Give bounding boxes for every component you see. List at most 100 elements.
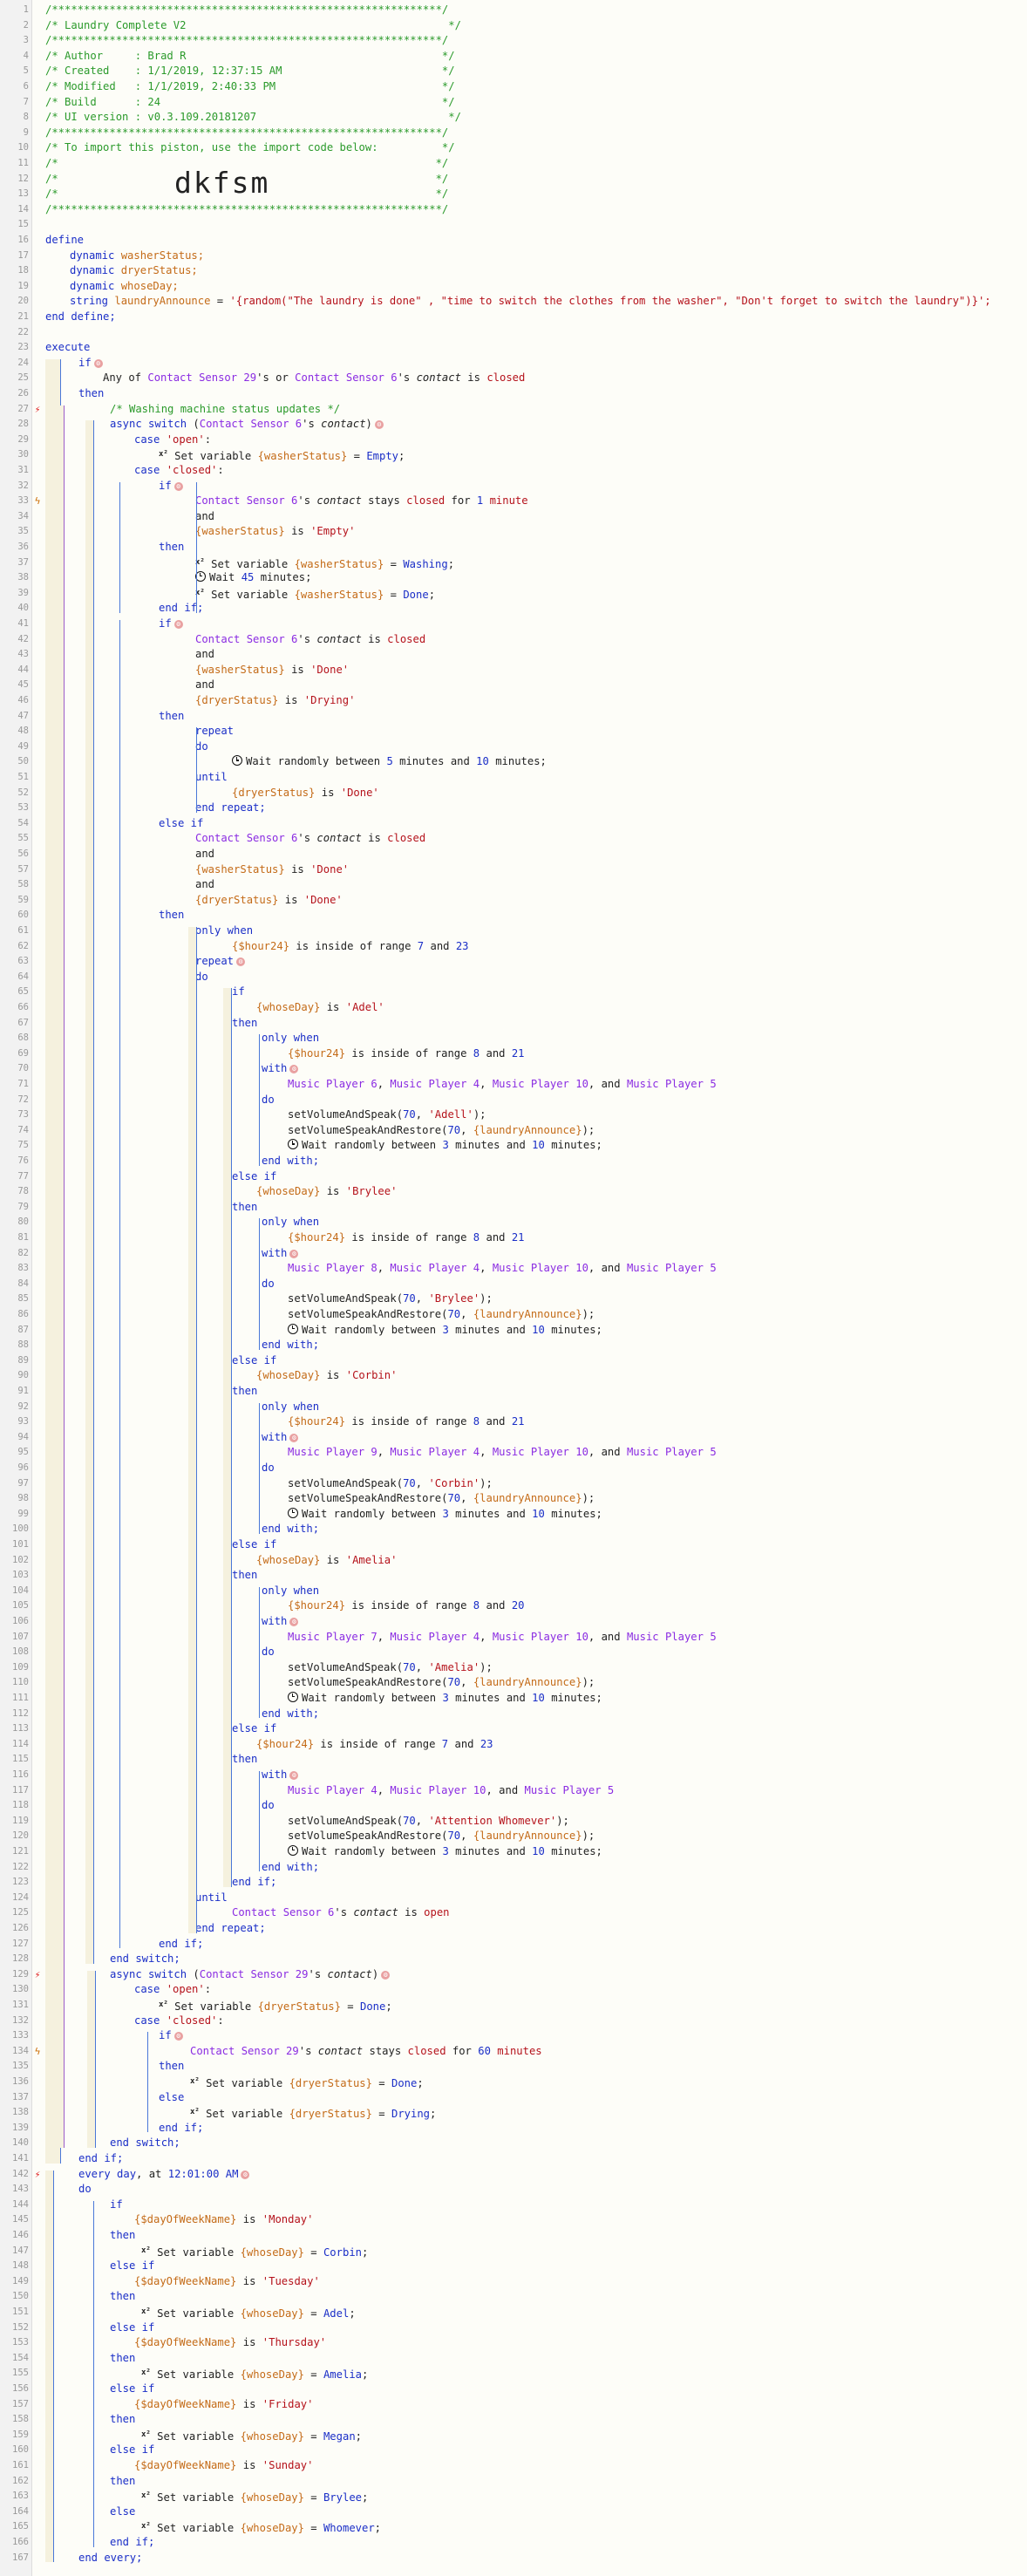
code-line: setVolumeAndSpeak(70, 'Adell');: [288, 1108, 486, 1121]
set-variable-icon: x²: [190, 2108, 200, 2117]
line-number: 37: [17, 556, 29, 568]
line-number: 19: [17, 280, 29, 291]
line-number: 153: [12, 2337, 29, 2348]
line-number: 79: [17, 1201, 29, 1212]
line-number: 138: [12, 2107, 29, 2118]
line-number: 118: [12, 1800, 29, 1811]
code-line: then: [159, 909, 185, 922]
code-line: setVolumeAndSpeak(70, 'Brylee');: [288, 1292, 493, 1305]
code-line: then: [110, 2351, 136, 2364]
code-line: only when: [262, 1032, 320, 1045]
code-line: x² Set variable {washerStatus} = Washing…: [195, 557, 455, 570]
code-line: x² Set variable {whoseDay} = Adel;: [141, 2307, 356, 2320]
import-code: dkfsm: [174, 165, 270, 200]
line-number: 162: [12, 2475, 29, 2486]
line-number: 144: [12, 2198, 29, 2210]
code-line: end with;: [262, 1339, 320, 1352]
code-line: then: [159, 541, 185, 553]
line-number: 156: [12, 2383, 29, 2394]
code-line: /* UI version : v0.3.109.20181207 */: [45, 111, 461, 124]
code-line: case 'closed':: [134, 464, 224, 476]
line-number: 108: [12, 1646, 29, 1658]
line-number: 135: [12, 2061, 29, 2072]
line-number: 42: [17, 633, 29, 644]
line-number: 47: [17, 710, 29, 721]
line-number: 128: [12, 1953, 29, 1965]
code-line: {washerStatus} is 'Done': [195, 663, 350, 676]
code-line: end if;: [78, 2152, 124, 2164]
code-line: x² Set variable {whoseDay} = Amelia;: [141, 2368, 369, 2382]
code-line: only when: [195, 924, 254, 937]
line-number: 44: [17, 664, 29, 675]
line-number: 109: [12, 1661, 29, 1673]
block-line: [93, 2200, 94, 2547]
code-line: Contact Sensor 6's contact is closed: [195, 632, 426, 645]
line-number: 92: [17, 1400, 29, 1412]
code-line: setVolumeAndSpeak(70, 'Amelia');: [288, 1660, 493, 1673]
code-line: /***************************************…: [45, 34, 449, 47]
line-number: 16: [17, 235, 29, 245]
code-line: then: [78, 387, 105, 399]
code-line: x² Set variable {washerStatus} = Done;: [195, 588, 436, 601]
block-line: [196, 727, 197, 813]
code-line: {$dayOfWeekName} is 'Monday': [134, 2213, 314, 2226]
line-number: 60: [17, 910, 29, 921]
block-line: [259, 1402, 260, 1534]
code-line: Wait randomly between 3 minutes and 10 m…: [288, 1138, 602, 1154]
code-line: end with;: [262, 1523, 320, 1536]
line-number: 143: [12, 2184, 29, 2195]
code-line: then: [110, 2290, 136, 2303]
code-line: repeat ⚙: [195, 954, 246, 970]
line-number: 72: [17, 1094, 29, 1105]
code-line: Contact Sensor 29's contact stays closed…: [190, 2044, 542, 2057]
code-line: then: [159, 709, 185, 722]
line-number: 123: [12, 1877, 29, 1888]
line-number: 145: [12, 2214, 29, 2225]
code-line: only when: [262, 1400, 320, 1413]
line-number: 111: [12, 1693, 29, 1703]
code-line: /* Author : Brad R */: [45, 49, 455, 62]
line-number: 49: [17, 740, 29, 752]
line-number: 12: [17, 173, 29, 184]
settings-icon: ⚙: [93, 358, 103, 368]
line-number: 64: [17, 971, 29, 982]
line-number-gutter: 1 2 3 4 5 6 7 8 9 10 11 12 13 14 15 16 17 18 19 20 21 22 23 24 2…: [0, 0, 32, 2576]
code-line: else if: [159, 816, 204, 829]
line-number: 83: [17, 1263, 29, 1274]
line-number: 54: [17, 817, 29, 828]
line-number: 56: [17, 848, 29, 859]
code-line: until: [195, 771, 228, 783]
line-number: 151: [12, 2307, 29, 2317]
line-number: 39: [17, 587, 29, 598]
block-line: [231, 988, 232, 1887]
code-line: do: [195, 970, 208, 983]
line-number: 31: [17, 465, 29, 475]
line-number: 105: [12, 1600, 29, 1612]
line-number: 80: [17, 1216, 29, 1228]
block-line: [259, 1218, 260, 1350]
trigger-icon: ⚡: [34, 1968, 41, 1980]
code-line: case 'closed':: [134, 2014, 224, 2027]
line-number: 51: [17, 772, 29, 782]
settings-icon: ⚙: [289, 1065, 299, 1074]
line-number: 78: [17, 1186, 29, 1197]
code-line: do: [262, 1799, 275, 1812]
block-line: [53, 2170, 54, 2563]
code-line: and: [195, 509, 215, 522]
line-number: 133: [12, 2030, 29, 2041]
line-number: 28: [17, 419, 29, 430]
line-number: 61: [17, 925, 29, 936]
line-number: 9: [23, 126, 29, 138]
code-line: do: [262, 1646, 275, 1659]
code-line: Contact Sensor 6's contact is open: [232, 1906, 450, 1919]
code-line: /* To import this piston, use the import…: [45, 141, 455, 154]
line-number: 23: [17, 342, 29, 353]
line-number: 139: [12, 2122, 29, 2133]
condition-icon: ϟ: [34, 495, 41, 508]
code-line: setVolumeSpeakAndRestore(70, {laundryAnn…: [288, 1123, 595, 1136]
block-line: [119, 481, 120, 613]
set-variable-icon: x²: [190, 2077, 200, 2086]
line-number: 33: [17, 495, 29, 507]
code-line: x² Set variable {washerStatus} = Empty;: [159, 450, 405, 463]
code-line: else if: [110, 2382, 155, 2395]
